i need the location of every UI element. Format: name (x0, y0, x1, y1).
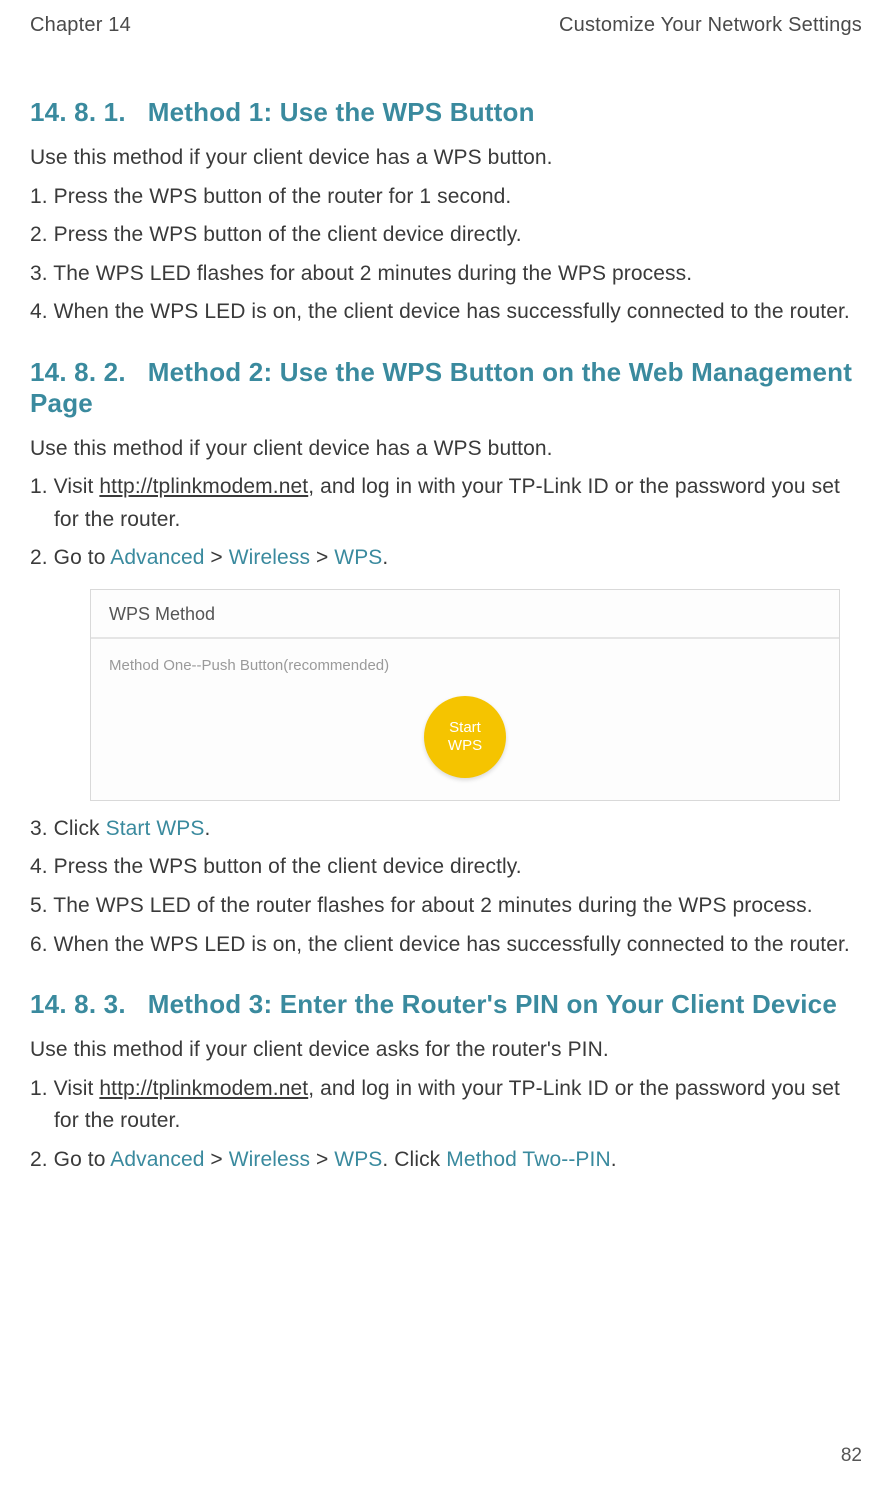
section-1-number: 14. 8. 1. (30, 97, 126, 127)
section-1-step: 1. Press the WPS button of the router fo… (30, 181, 862, 214)
nav-wireless: Wireless (229, 546, 310, 569)
wps-panel-title: WPS Method (91, 590, 839, 639)
section-2-title: Method 2: Use the WPS Button on the Web … (30, 357, 852, 418)
section-2-step-1: 1. Visit http://tplinkmodem.net, and log… (30, 471, 862, 536)
section-1-step: 4. When the WPS LED is on, the client de… (30, 296, 862, 329)
section-1-step: 3. The WPS LED flashes for about 2 minut… (30, 258, 862, 291)
nav-wireless: Wireless (229, 1148, 310, 1171)
wps-button-row: Start WPS (91, 674, 839, 800)
tplink-modem-link[interactable]: http://tplinkmodem.net (99, 1077, 308, 1100)
section-3-step-2: 2. Go to Advanced > Wireless > WPS. Clic… (30, 1144, 862, 1177)
section-2-heading: 14. 8. 2.Method 2: Use the WPS Button on… (30, 357, 862, 419)
section-2-step-2: 2. Go to Advanced > Wireless > WPS. (30, 542, 862, 575)
nav-method-two-pin: Method Two--PIN (446, 1148, 611, 1171)
chapter-label: Chapter 14 (30, 14, 131, 37)
section-2-intro: Use this method if your client device ha… (30, 433, 862, 466)
wps-method-panel: WPS Method Method One--Push Button(recom… (90, 589, 840, 801)
section-1-step: 2. Press the WPS button of the client de… (30, 219, 862, 252)
section-3-heading: 14. 8. 3. Method 3: Enter the Router's PI… (30, 989, 862, 1020)
section-1-intro: Use this method if your client device ha… (30, 142, 862, 175)
section-3-step-1: 1. Visit http://tplinkmodem.net, and log… (30, 1073, 862, 1138)
page-header: Chapter 14 Customize Your Network Settin… (30, 14, 862, 37)
tplink-modem-link[interactable]: http://tplinkmodem.net (99, 475, 308, 498)
section-1-heading: 14. 8. 1. Method 1: Use the WPS Button (30, 97, 862, 128)
section-3-intro: Use this method if your client device as… (30, 1034, 862, 1067)
start-wps-label-line2: WPS (448, 737, 482, 755)
section-3-title: Method 3: Enter the Router's PIN on Your… (148, 989, 837, 1019)
section-2-number: 14. 8. 2. (30, 357, 126, 387)
section-2-step: 5. The WPS LED of the router flashes for… (30, 890, 862, 923)
wps-panel-subtitle: Method One--Push Button(recommended) (91, 639, 839, 674)
start-wps-label-line1: Start (449, 719, 481, 737)
nav-wps: WPS (334, 546, 382, 569)
nav-wps: WPS (334, 1148, 382, 1171)
nav-advanced: Advanced (110, 546, 204, 569)
section-2-step: 6. When the WPS LED is on, the client de… (30, 929, 862, 962)
section-2-step: 4. Press the WPS button of the client de… (30, 851, 862, 884)
header-title: Customize Your Network Settings (559, 14, 862, 37)
start-wps-text: Start WPS (106, 817, 205, 840)
start-wps-button[interactable]: Start WPS (424, 696, 506, 778)
section-3-number: 14. 8. 3. (30, 989, 126, 1019)
page-number: 82 (841, 1445, 862, 1467)
nav-advanced: Advanced (110, 1148, 204, 1171)
section-1-title: Method 1: Use the WPS Button (148, 97, 535, 127)
section-2-step-3: 3. Click Start WPS. (30, 813, 862, 846)
